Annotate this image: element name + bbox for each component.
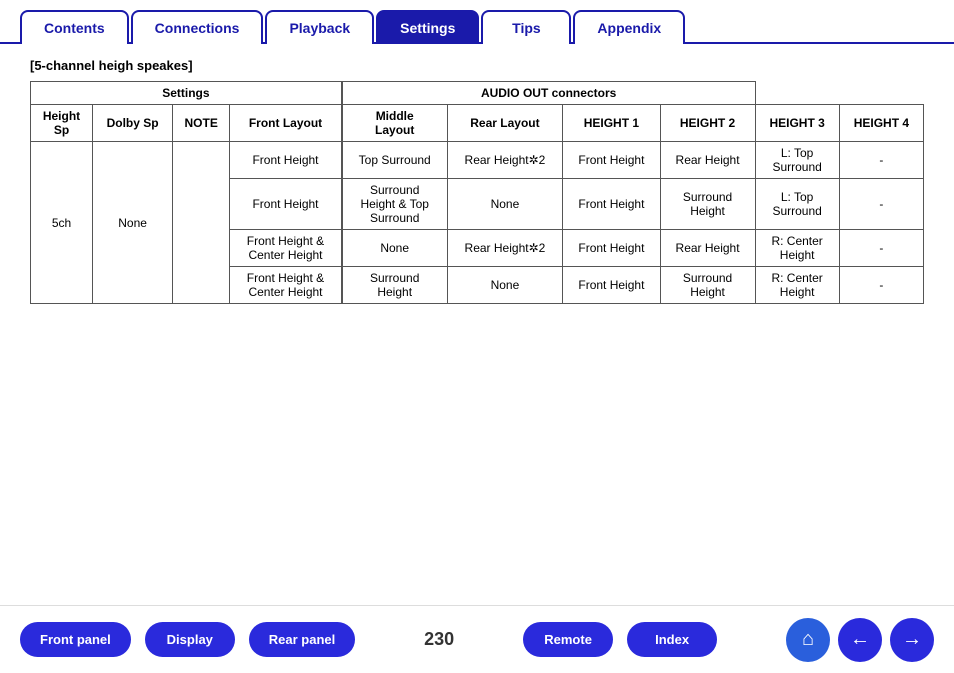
cell-middle-layout-3: None	[342, 230, 447, 267]
home-button[interactable]: ⌂	[786, 618, 830, 662]
footer-right-buttons: Remote Index	[523, 622, 717, 657]
cell-dolby-sp: None	[93, 142, 173, 304]
group-header-audio: AUDIO OUT connectors	[342, 82, 755, 105]
cell-h3-3: R: CenterHeight	[755, 230, 839, 267]
col-rear-layout: Rear Layout	[447, 105, 563, 142]
cell-rear-layout-4: None	[447, 267, 563, 304]
col-height1: HEIGHT 1	[563, 105, 660, 142]
display-button[interactable]: Display	[145, 622, 235, 657]
back-button[interactable]: ←	[838, 618, 882, 662]
cell-middle-layout-4: SurroundHeight	[342, 267, 447, 304]
page-number: 230	[424, 629, 454, 650]
col-middle-layout: MiddleLayout	[342, 105, 447, 142]
cell-h3-4: R: CenterHeight	[755, 267, 839, 304]
table-row: 5ch None Front Height Top Surround Rear …	[31, 142, 924, 179]
cell-h1-1: Front Height	[563, 142, 660, 179]
cell-front-layout-4: Front Height &Center Height	[230, 267, 342, 304]
cell-rear-layout-3: Rear Height✲2	[447, 230, 563, 267]
tab-playback[interactable]: Playback	[265, 10, 374, 44]
tab-appendix[interactable]: Appendix	[573, 10, 685, 44]
footer-left-buttons: Front panel Display Rear panel	[20, 622, 355, 657]
cell-h3-2: L: TopSurround	[755, 179, 839, 230]
cell-front-layout-2: Front Height	[230, 179, 342, 230]
section-title: [5-channel heigh speakes]	[30, 58, 924, 73]
rear-panel-button[interactable]: Rear panel	[249, 622, 355, 657]
col-front-layout: Front Layout	[230, 105, 342, 142]
col-note: NOTE	[173, 105, 230, 142]
cell-rear-layout-2: None	[447, 179, 563, 230]
index-button[interactable]: Index	[627, 622, 717, 657]
footer-nav-icons: ⌂ ← →	[786, 618, 934, 662]
cell-h2-2: SurroundHeight	[660, 179, 755, 230]
cell-rear-layout-1: Rear Height✲2	[447, 142, 563, 179]
tab-contents[interactable]: Contents	[20, 10, 129, 44]
cell-front-layout-1: Front Height	[230, 142, 342, 179]
cell-h4-4: -	[839, 267, 923, 304]
cell-middle-layout-2: SurroundHeight & TopSurround	[342, 179, 447, 230]
cell-note	[173, 142, 230, 304]
tab-tips[interactable]: Tips	[481, 10, 571, 44]
cell-h4-3: -	[839, 230, 923, 267]
cell-h1-2: Front Height	[563, 179, 660, 230]
cell-h2-4: SurroundHeight	[660, 267, 755, 304]
col-height2: HEIGHT 2	[660, 105, 755, 142]
col-height4: HEIGHT 4	[839, 105, 923, 142]
main-content: [5-channel heigh speakes] Settings AUDIO…	[0, 44, 954, 314]
cell-h2-3: Rear Height	[660, 230, 755, 267]
cell-h3-1: L: TopSurround	[755, 142, 839, 179]
front-panel-button[interactable]: Front panel	[20, 622, 131, 657]
cell-h1-3: Front Height	[563, 230, 660, 267]
tab-settings[interactable]: Settings	[376, 10, 479, 44]
col-dolby-sp: Dolby Sp	[93, 105, 173, 142]
forward-button[interactable]: →	[890, 618, 934, 662]
cell-h4-2: -	[839, 179, 923, 230]
tab-connections[interactable]: Connections	[131, 10, 264, 44]
group-header-settings: Settings	[31, 82, 342, 105]
cell-middle-layout-1: Top Surround	[342, 142, 447, 179]
cell-h2-1: Rear Height	[660, 142, 755, 179]
remote-button[interactable]: Remote	[523, 622, 613, 657]
cell-h1-4: Front Height	[563, 267, 660, 304]
col-height-sp: HeightSp	[31, 105, 93, 142]
footer: Front panel Display Rear panel 230 Remot…	[0, 605, 954, 673]
speaker-table: Settings AUDIO OUT connectors HeightSp D…	[30, 81, 924, 304]
cell-h4-1: -	[839, 142, 923, 179]
navigation-tabs: Contents Connections Playback Settings T…	[0, 0, 954, 44]
cell-front-layout-3: Front Height &Center Height	[230, 230, 342, 267]
cell-height-sp: 5ch	[31, 142, 93, 304]
col-height3: HEIGHT 3	[755, 105, 839, 142]
